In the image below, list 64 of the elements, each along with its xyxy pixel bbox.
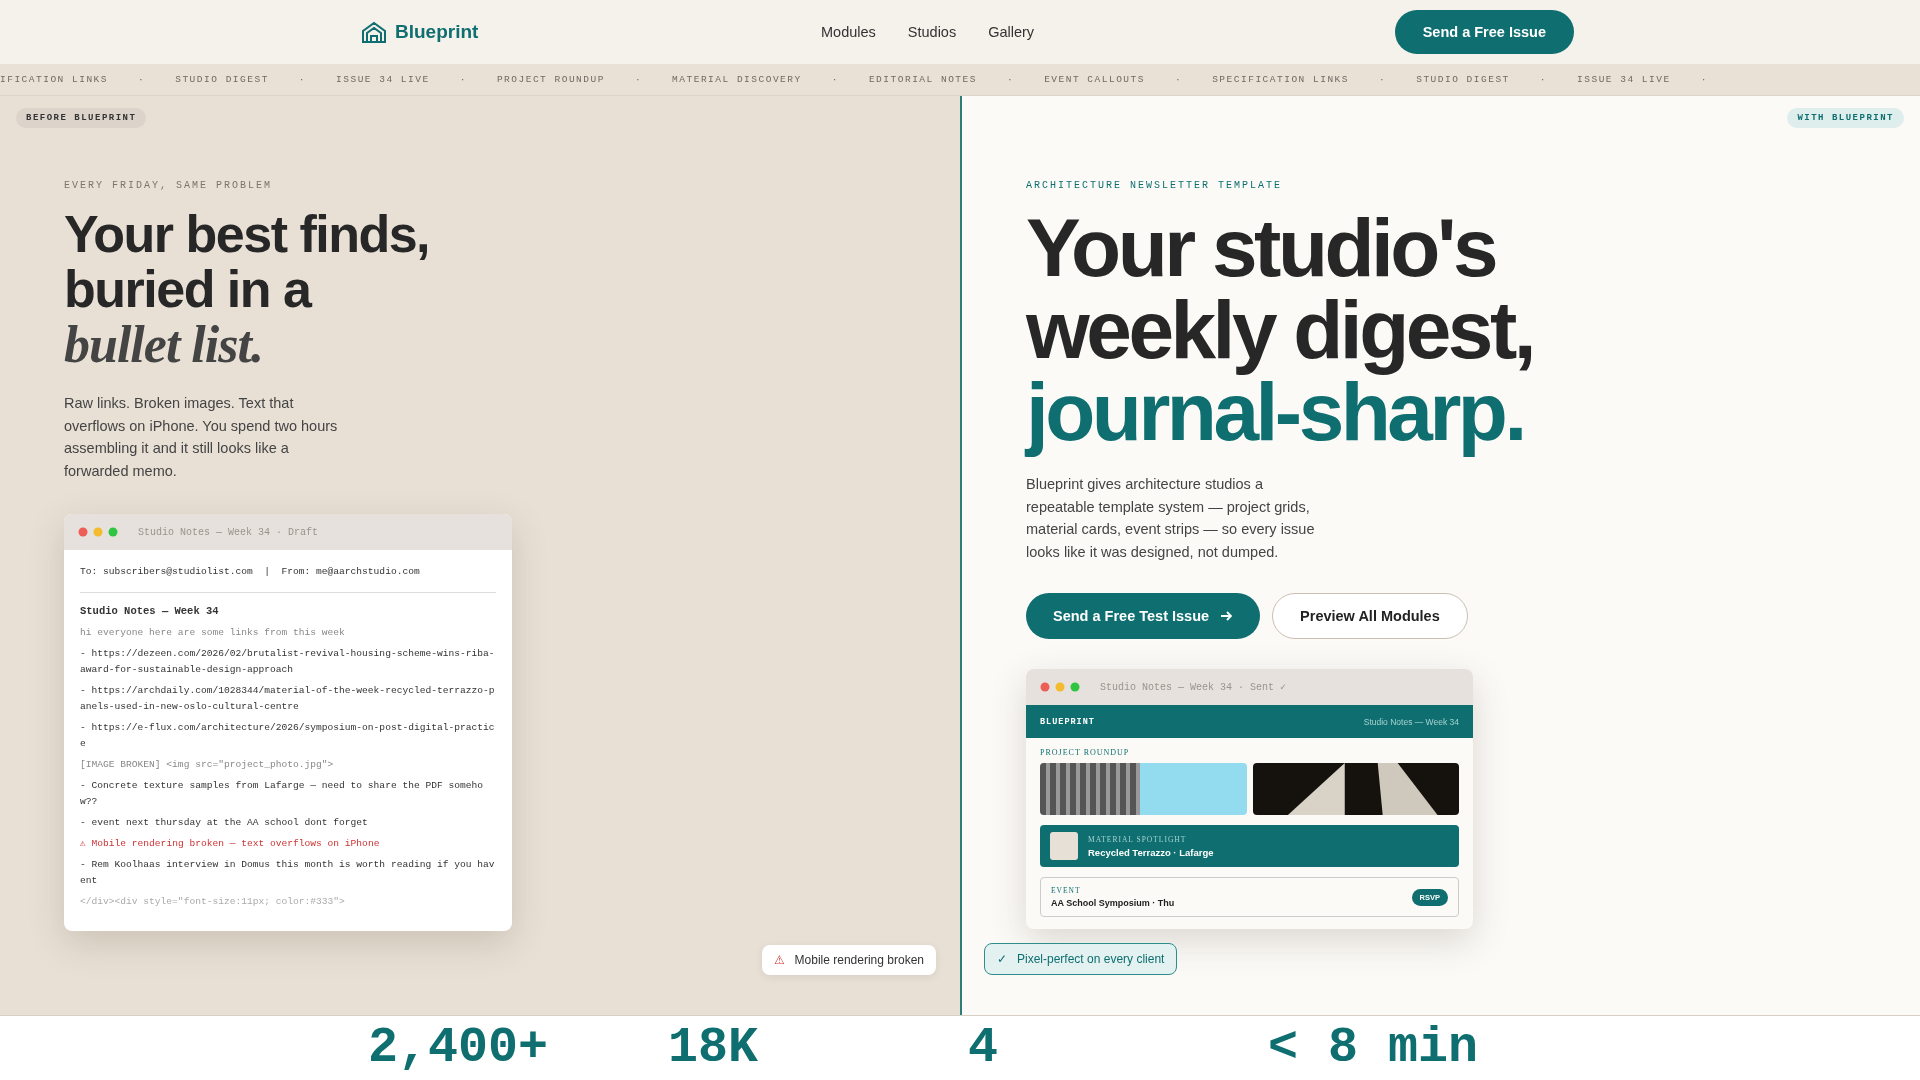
after-badge: WITH BLUEPRINT bbox=[1787, 108, 1904, 128]
ticker-item: EVENT CALLOUTS bbox=[1044, 74, 1145, 85]
email-line: - https://e-flux.com/architecture/2026/symposium-on-post-digital-practice bbox=[80, 721, 496, 752]
issue-title: Studio Notes — Week 34 bbox=[1363, 716, 1459, 727]
ticker-item: PROJECT ROUNDUP bbox=[496, 74, 605, 85]
ticker-separator: · bbox=[1174, 74, 1183, 85]
window-title: Studio Notes — Week 34 · Draft bbox=[138, 526, 319, 538]
logo-text[interactable]: Blueprint bbox=[395, 21, 479, 43]
swatch-placeholder bbox=[1050, 832, 1078, 860]
before-badge: BEFORE BLUEPRINT bbox=[16, 108, 147, 128]
eyebrow: ARCHITECTURE NEWSLETTER TEMPLATE bbox=[1026, 180, 1283, 191]
section-label: PROJECT ROUNDUP bbox=[1040, 748, 1131, 757]
event-title: AA School Symposium · Thu bbox=[1051, 898, 1175, 908]
window-title: Studio Notes — Week 34 · Sent ✓ bbox=[1100, 681, 1287, 693]
headline: Your best finds, buried in a bullet list. bbox=[64, 207, 430, 373]
ticker-item: ISSUE 34 LIVE bbox=[336, 74, 430, 85]
ticker-separator: · bbox=[1700, 74, 1708, 85]
eyebrow: EVERY FRIDAY, SAME PROBLEM bbox=[64, 180, 273, 191]
email-line: - event next thursday at the AA school dont forget bbox=[80, 816, 369, 831]
success-chip: ✓ Pixel-perfect on every client bbox=[984, 943, 1178, 975]
email-line: ⚠ Mobile rendering broken — text overflows on iPhone bbox=[80, 837, 381, 852]
email-line: - https://archdaily.com/1028344/material-of-the-week-recycled-terrazzo-panels-used-in-new-oslo-cultural-centre bbox=[80, 684, 496, 715]
ticker-item: STUDIO DIGEST bbox=[1416, 74, 1510, 85]
cta-button[interactable]: Preview All Modules bbox=[1272, 593, 1468, 639]
ticker-separator: · bbox=[459, 74, 467, 85]
email-subject: Studio Notes — Week 34 bbox=[80, 604, 220, 620]
ticker-separator: · bbox=[831, 74, 839, 85]
ticker-separator: · bbox=[138, 74, 146, 85]
ticker-separator: · bbox=[634, 74, 643, 85]
email-line: hi everyone here are some links from this week bbox=[80, 626, 346, 641]
email-line: [IMAGE BROKEN] <img src="project_photo.jpg"> bbox=[80, 758, 335, 773]
stat-value: 18K bbox=[668, 1023, 759, 1073]
ticker-item: STUDIO DIGEST bbox=[175, 74, 269, 85]
arrow-right-icon bbox=[1221, 611, 1234, 621]
ticker-item: MATERIAL DISCOVERY bbox=[672, 74, 802, 85]
nav-link[interactable]: Gallery bbox=[988, 24, 1035, 40]
email-line: - https://dezeen.com/2026/02/brutalist-revival-housing-scheme-wins-riba-award-for-sustainable-design-approach bbox=[80, 647, 496, 678]
ticker-item: EDITORIAL NOTES bbox=[868, 74, 977, 85]
stat-value: 2,400+ bbox=[368, 1023, 550, 1073]
email-line: </div><div style="font-size:11px; color:#333"> bbox=[80, 895, 346, 910]
ticker-item: SPECIFICATION LINKS bbox=[1212, 74, 1349, 85]
send-free-issue-button[interactable]: Send a Free Issue bbox=[1394, 10, 1574, 54]
nav-link[interactable]: Modules bbox=[821, 24, 876, 40]
ticker-separator: · bbox=[298, 74, 307, 85]
email-line: - Rem Koolhaas interview in Domus this month is worth reading if you havent bbox=[80, 858, 496, 889]
cta-button[interactable]: Send a Free Test Issue bbox=[1026, 593, 1261, 639]
ticker-item: IFICATION LINKS bbox=[0, 74, 108, 85]
spotlight-title: Recycled Terrazzo · Lafarge bbox=[1088, 846, 1214, 858]
email-line: - Concrete texture samples from Lafarge — need to share the PDF somehow?? bbox=[80, 779, 484, 810]
ticker-item: ISSUE 34 LIVE bbox=[1577, 74, 1671, 85]
logo-icon bbox=[361, 21, 387, 43]
description: Blueprint gives architecture studios a repeatable template system — project grids, material cards, event strips — so every issue looks like it was designed, not dumped. bbox=[1026, 475, 1316, 562]
newsletter-brand: BLUEPRINT bbox=[1040, 716, 1095, 727]
window-controls-icon bbox=[1040, 682, 1080, 692]
ticker-separator: · bbox=[1006, 74, 1015, 85]
email-header: To: subscribers@studiolist.com | From: me@aarchstudio.com bbox=[80, 564, 496, 594]
nav-link[interactable]: Studios bbox=[907, 24, 957, 40]
stat-value: 4 bbox=[968, 1023, 999, 1073]
ticker-separator: · bbox=[1379, 74, 1387, 85]
warning-chip: ⚠ Mobile rendering broken bbox=[761, 945, 936, 975]
ticker-separator: · bbox=[1539, 74, 1548, 85]
description: Raw links. Broken images. Text that overflows on iPhone. You spend two hours assembling it and it still looks like a forwarded memo. bbox=[64, 394, 339, 481]
stat-value: < 8 min bbox=[1268, 1023, 1480, 1073]
window-controls-icon bbox=[78, 527, 118, 538]
